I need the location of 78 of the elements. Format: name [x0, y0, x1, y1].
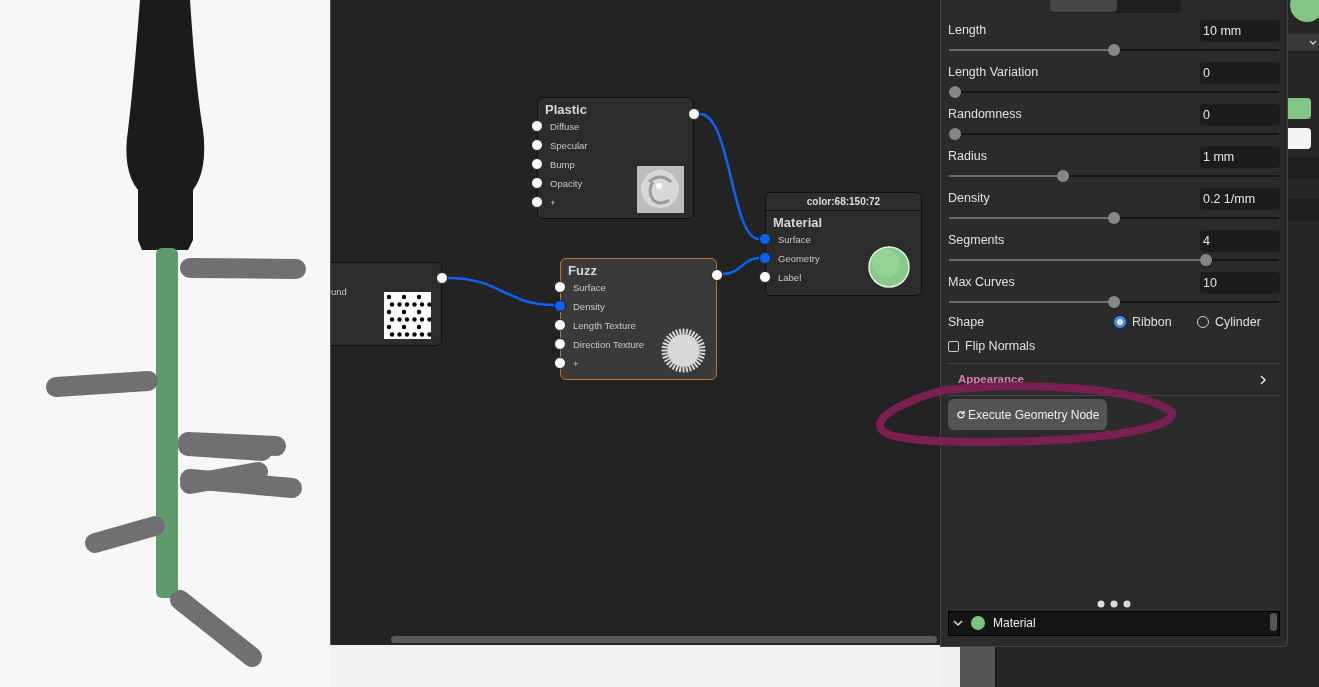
port-label: und: [331, 286, 347, 298]
connector-port[interactable]: [554, 338, 566, 350]
connector-port[interactable]: [531, 120, 543, 132]
port-label: Surface: [778, 234, 811, 246]
node-title: Material: [773, 214, 823, 232]
value-field[interactable]: 10 mm: [1200, 19, 1280, 42]
node-title: Fuzz: [568, 262, 597, 280]
node-header: color:68:150:72: [766, 193, 921, 211]
radio-label: Cylinder: [1215, 313, 1261, 331]
starburst-icon: [660, 327, 707, 374]
port-label: Density: [573, 301, 605, 313]
connector-port[interactable]: [554, 281, 566, 293]
material-thumbnail: [637, 166, 684, 213]
chevron-down-icon[interactable]: [953, 619, 963, 627]
scrollbar-thumb[interactable]: [1270, 613, 1277, 631]
port-label: Diffuse: [550, 121, 580, 133]
more-dots-icon[interactable]: [1097, 600, 1131, 608]
connection-wire: [722, 256, 760, 276]
port-label: +: [550, 197, 556, 209]
port-label: Direction Texture: [573, 339, 645, 351]
dot-pattern-thumbnail: [384, 292, 431, 339]
port-label: Opacity: [550, 178, 583, 190]
connector-port[interactable]: [531, 177, 543, 189]
slider[interactable]: [949, 44, 1279, 56]
value-field[interactable]: 0.2 1/mm: [1200, 187, 1280, 210]
slider-label: Radius: [948, 148, 987, 166]
chevron-right-icon: [1258, 374, 1268, 385]
connector-port[interactable]: [531, 196, 543, 208]
slider-label: Randomness: [948, 106, 1022, 124]
node-card[interactable]: Plastic Diffuse Specular Bump Opacity +: [537, 97, 694, 219]
port-label: Length Texture: [573, 320, 636, 332]
radio-button[interactable]: [1114, 316, 1126, 328]
refresh-icon: [956, 409, 966, 420]
port-label: Bump: [550, 159, 575, 171]
shape-label: Shape: [948, 313, 986, 331]
connector-port[interactable]: [759, 271, 771, 283]
slider[interactable]: [949, 128, 1279, 140]
port-label: Geometry: [778, 253, 820, 265]
slider-label: Max Curves: [948, 274, 1015, 292]
color-swatch[interactable]: [1288, 128, 1311, 149]
port-label: Specular: [550, 140, 588, 152]
horizontal-scrollbar[interactable]: [391, 636, 937, 643]
slider-label: Length: [948, 22, 987, 40]
node-card[interactable]: und: [331, 262, 442, 346]
side-strip: [960, 647, 997, 687]
slider-label: Length Variation: [948, 64, 1039, 82]
slider[interactable]: [949, 254, 1279, 266]
value-field[interactable]: 0: [1200, 103, 1280, 126]
slider-label: Segments: [948, 232, 1005, 250]
node-title: Plastic: [545, 101, 587, 119]
checkbox-label: Flip Normals: [965, 337, 1036, 355]
tree-item[interactable]: Material: [949, 612, 1279, 634]
node-card[interactable]: color:68:150:72 Material Surface Geometry Label: [765, 192, 922, 296]
chevron-down-icon: [1309, 39, 1317, 46]
port-label: +: [573, 358, 579, 370]
radio-label: Ribbon: [1132, 313, 1172, 331]
port-label: Surface: [573, 282, 606, 294]
dropdown-field[interactable]: [1288, 34, 1319, 51]
port-label: Label: [778, 272, 802, 284]
connector-port[interactable]: [531, 139, 543, 151]
execute-button[interactable]: Execute Geometry Node: [948, 399, 1108, 430]
checkbox[interactable]: [948, 340, 959, 352]
slider[interactable]: [949, 296, 1279, 308]
color-swatch[interactable]: [1288, 98, 1311, 119]
connector-port[interactable]: [531, 158, 543, 170]
slider[interactable]: [949, 86, 1279, 98]
slider[interactable]: [949, 212, 1279, 224]
value-field[interactable]: 1 mm: [1200, 145, 1280, 168]
slider-label: Density: [948, 190, 990, 208]
node-card[interactable]: Fuzz Surface Density Length Texture Direction Texture +: [560, 258, 717, 380]
slider[interactable]: [949, 170, 1279, 182]
material-preview-sphere: [868, 246, 910, 288]
value-field[interactable]: 0: [1200, 61, 1280, 84]
connector-port[interactable]: [554, 357, 566, 369]
value-field[interactable]: 4: [1200, 229, 1280, 252]
value-field[interactable]: 10: [1200, 271, 1280, 294]
connector-port[interactable]: [554, 319, 566, 331]
appearance-section-header[interactable]: Appearance: [948, 363, 1280, 396]
